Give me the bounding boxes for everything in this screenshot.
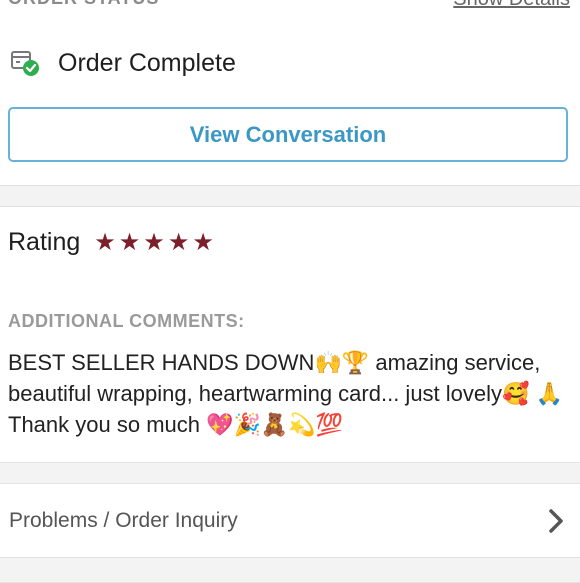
rating-label: Rating xyxy=(8,228,81,256)
star-icon: ★ xyxy=(94,228,116,256)
star-icon: ★ xyxy=(167,228,190,256)
view-conversation-button[interactable]: View Conversation xyxy=(8,107,568,162)
chevron-right-icon xyxy=(546,507,566,535)
comment-text: BEST SELLER HANDS DOWN🙌🏆 amazing service… xyxy=(8,350,563,437)
section-divider xyxy=(0,557,580,583)
order-status-text: Order Complete xyxy=(58,48,236,77)
additional-comments-label: ADDITIONAL COMMENTS: xyxy=(8,311,245,331)
show-details-link[interactable]: Show Details xyxy=(453,0,570,11)
order-status-row: Order Complete xyxy=(10,44,236,82)
star-icon: ★ xyxy=(118,228,141,256)
order-inquiry-row[interactable]: Problems / Order Inquiry xyxy=(0,487,580,555)
order-status-header: ORDER STATUS Show Details xyxy=(0,0,580,14)
star-icon: ★ xyxy=(192,228,214,256)
star-icon: ★ xyxy=(143,228,165,256)
section-divider xyxy=(0,185,580,207)
order-inquiry-label: Problems / Order Inquiry xyxy=(9,509,238,532)
section-divider xyxy=(0,462,580,484)
package-check-icon xyxy=(10,48,40,78)
rating-row: Rating ★ ★ ★ ★ ★ xyxy=(8,228,217,257)
order-status-label: ORDER STATUS xyxy=(8,0,159,9)
